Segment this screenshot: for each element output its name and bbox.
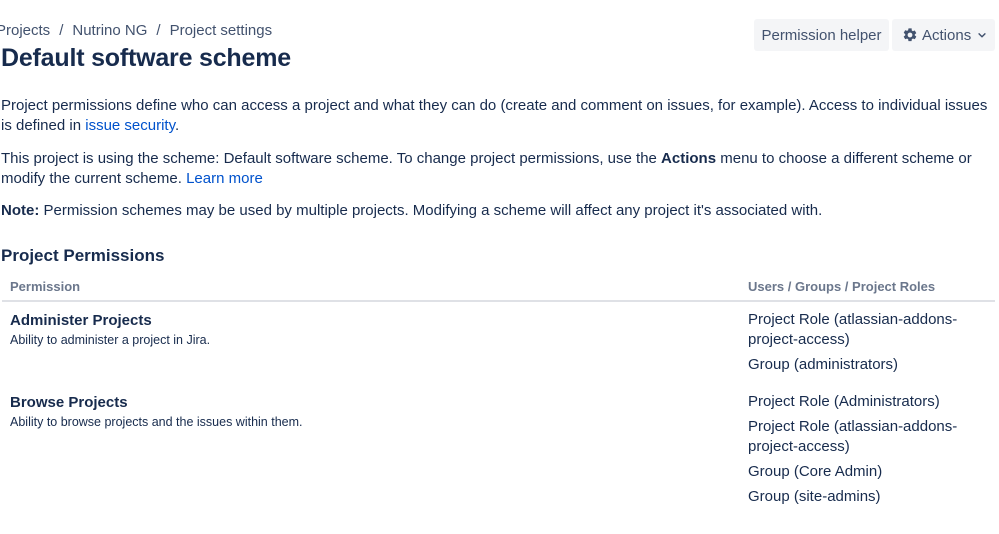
breadcrumb-separator: / <box>59 22 64 39</box>
breadcrumb-projects[interactable]: Projects <box>0 22 50 39</box>
holder-item: Group (site-admins) <box>748 488 881 505</box>
intro-paragraph: Project permissions define who can acces… <box>1 96 993 136</box>
permission-name: Browse Projects <box>10 394 128 411</box>
breadcrumb-separator: / <box>156 22 161 39</box>
permission-description: Ability to browse projects and the issue… <box>10 415 303 429</box>
learn-more-link[interactable]: Learn more <box>186 170 263 187</box>
permission-holders: Project Role (atlassian-addons-project-a… <box>748 310 988 380</box>
holder-item: Project Role (atlassian-addons-project-a… <box>748 418 958 455</box>
column-header-permission: Permission <box>10 279 81 294</box>
chevron-down-icon <box>975 28 989 42</box>
column-header-holders: Users / Groups / Project Roles <box>748 279 936 294</box>
note-paragraph: Note: Permission schemes may be used by … <box>1 201 993 221</box>
permission-holders: Project Role (Administrators) Project Ro… <box>748 392 988 512</box>
actions-button[interactable]: Actions <box>892 19 995 51</box>
breadcrumb: Projects / Nutrino NG / Project settings <box>0 22 272 39</box>
holder-item: Project Role (atlassian-addons-project-a… <box>748 311 958 348</box>
table-header: Permission Users / Groups / Project Role… <box>2 274 995 302</box>
actions-emphasis: Actions <box>661 150 717 167</box>
breadcrumb-project-settings[interactable]: Project settings <box>170 22 273 39</box>
note-text: Permission schemes may be used by multip… <box>39 202 823 219</box>
holder-item: Project Role (Administrators) <box>748 393 940 410</box>
holder-item: Group (Core Admin) <box>748 463 883 480</box>
issue-security-link[interactable]: issue security <box>85 117 175 134</box>
permission-helper-button[interactable]: Permission helper <box>754 19 889 51</box>
permission-helper-label: Permission helper <box>761 26 882 44</box>
note-label: Note: <box>1 202 40 219</box>
intro-text-end: . <box>175 117 180 134</box>
holder-item: Group (administrators) <box>748 356 899 373</box>
scheme-paragraph: This project is using the scheme: Defaul… <box>1 149 993 189</box>
permission-description: Ability to administer a project in Jira. <box>10 333 211 347</box>
table-row: Browse Projects Ability to browse projec… <box>2 384 995 534</box>
page-title: Default software scheme <box>1 44 291 72</box>
actions-label: Actions <box>922 26 972 44</box>
gear-icon <box>902 27 918 43</box>
permission-name: Administer Projects <box>10 312 152 329</box>
permissions-table: Permission Users / Groups / Project Role… <box>2 274 995 534</box>
table-row: Administer Projects Ability to administe… <box>2 302 995 384</box>
breadcrumb-nutrino-ng[interactable]: Nutrino NG <box>72 22 147 39</box>
scheme-text: This project is using the scheme: Defaul… <box>1 150 662 167</box>
section-title: Project Permissions <box>1 246 165 265</box>
